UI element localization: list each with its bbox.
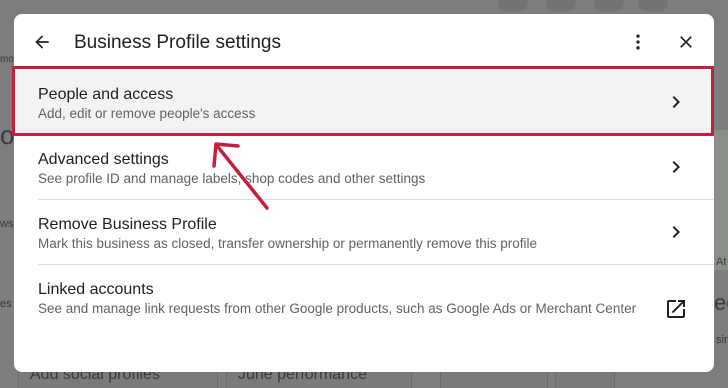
background-text: es [0,298,12,310]
list-item-subtitle: See and manage link requests from other … [38,301,637,316]
chevron-right-icon [672,226,680,238]
more-options-button[interactable] [622,26,654,58]
list-item-advanced-settings[interactable]: Advanced settings See profile ID and man… [14,136,714,200]
arrow-back-icon [35,35,49,49]
back-button[interactable] [26,26,58,58]
list-item-subtitle: Mark this business as closed, transfer o… [38,236,537,251]
list-item-remove-business-profile[interactable]: Remove Business Profile Mark this busine… [14,200,714,264]
list-item-subtitle: See profile ID and manage labels, shop c… [38,171,426,186]
close-icon [680,36,692,48]
background-text: ec [714,290,728,315]
background-text: o [0,120,15,150]
open-in-new-icon [667,300,685,318]
list-item-people-and-access[interactable]: People and access Add, edit or remove pe… [14,70,714,136]
list-item-subtitle: Add, edit or remove people's access [38,106,256,121]
background-map [712,130,728,270]
background-text: sin [716,334,728,346]
dialog-title: Business Profile settings [74,32,281,53]
business-profile-settings-dialog: Business Profile settings People and acc… [14,14,714,372]
chevron-right-icon [672,96,680,108]
more-vert-icon [636,34,640,50]
list-item-title: Remove Business Profile [38,216,217,233]
list-item-title: People and access [38,86,174,103]
close-button[interactable] [670,26,702,58]
list-item-title: Linked accounts [38,281,154,298]
list-item-title: Advanced settings [38,151,169,168]
chevron-right-icon [672,161,680,173]
list-item-linked-accounts[interactable]: Linked accounts See and manage link requ… [14,265,714,365]
background-text: At [716,256,727,268]
background-text: ws [0,218,14,230]
dialog-header: Business Profile settings [14,14,714,70]
